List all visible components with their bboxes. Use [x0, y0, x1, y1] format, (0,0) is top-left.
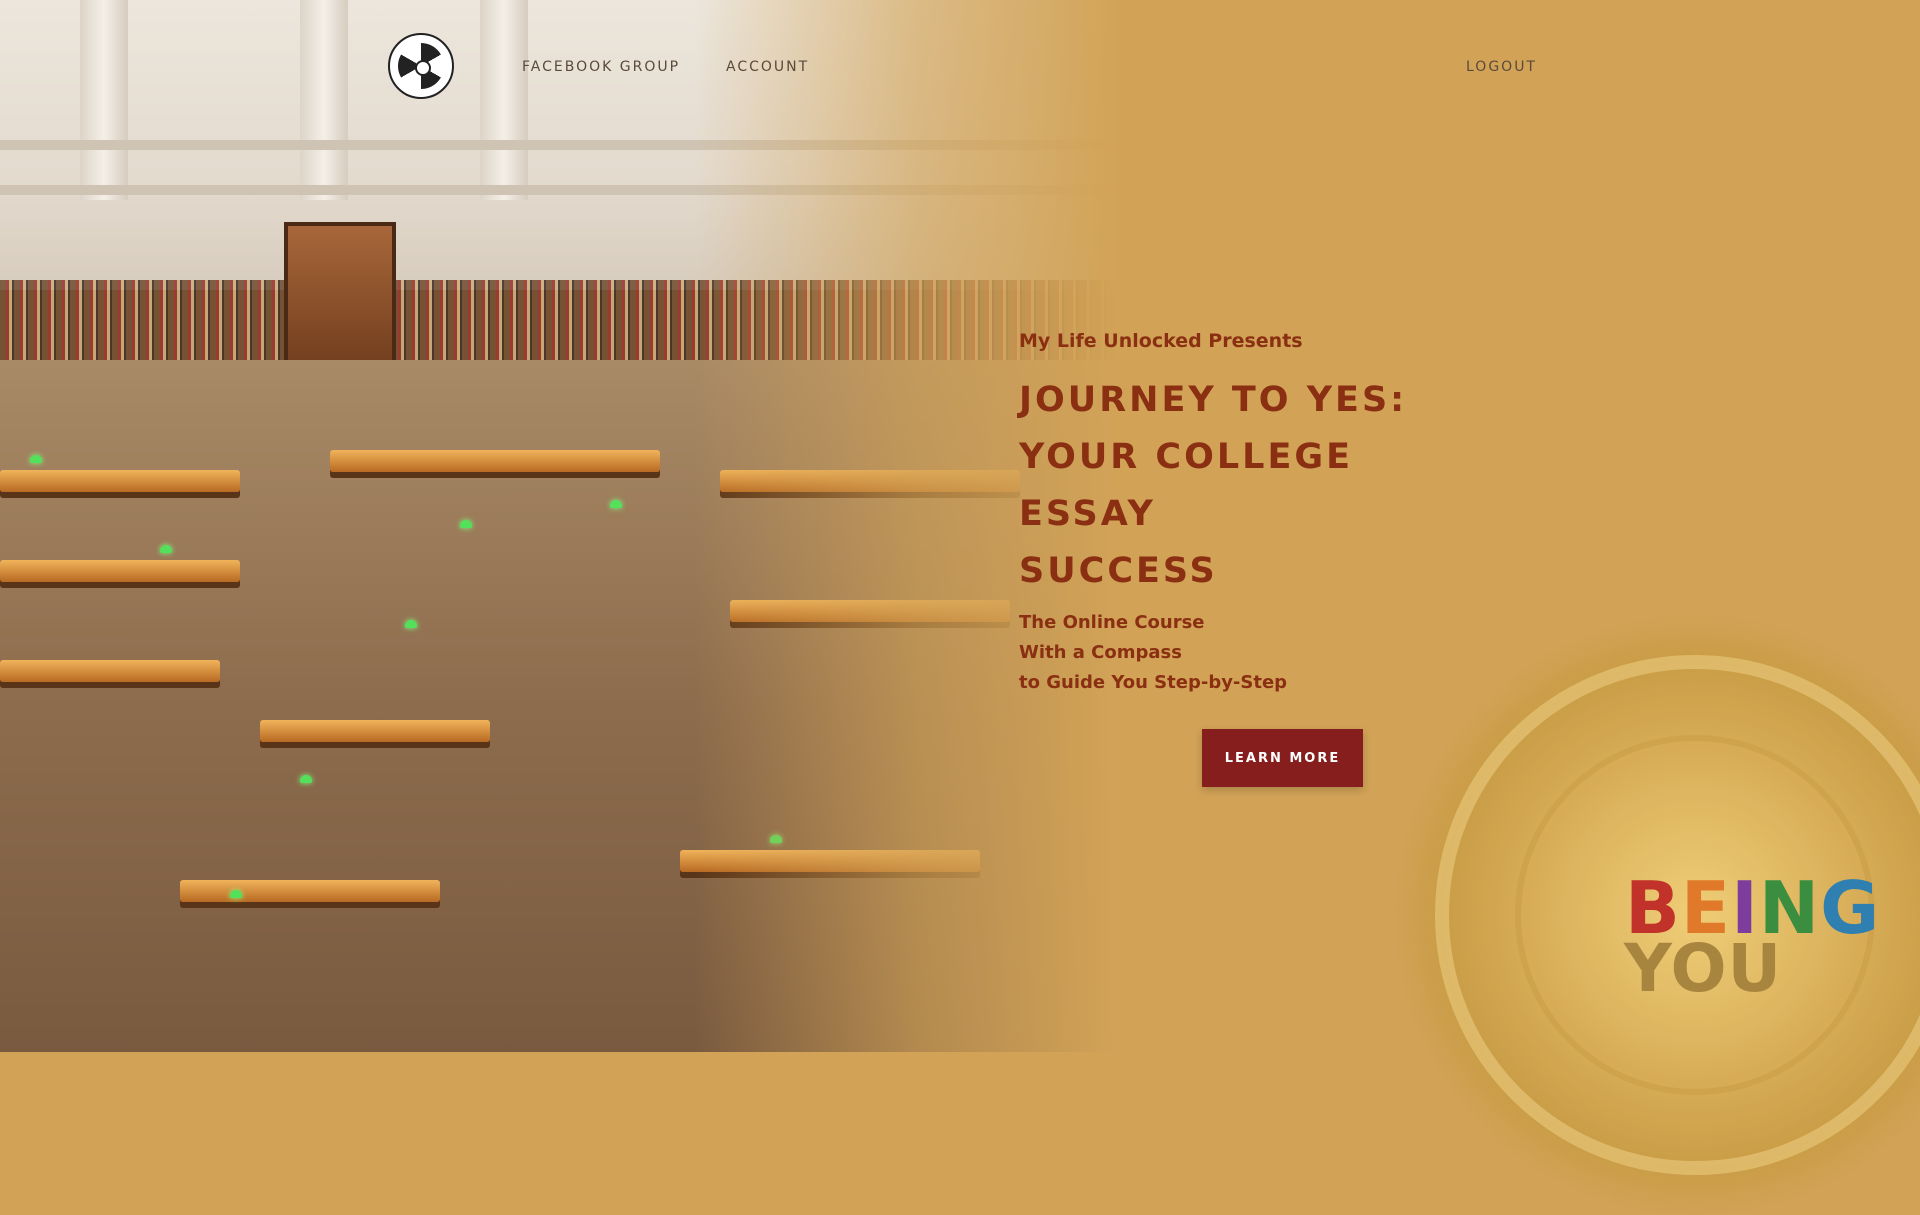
subtitle-line: With a Compass: [1019, 642, 1182, 663]
hero-headline: JOURNEY TO YES: YOUR COLLEGE ESSAY SUCCE…: [1019, 372, 1407, 600]
subtitle-line: to Guide You Step-by-Step: [1019, 672, 1288, 693]
learn-more-button[interactable]: LEARN MORE: [1202, 729, 1363, 787]
headline-line: YOUR COLLEGE: [1019, 437, 1353, 477]
headline-line: ESSAY: [1019, 494, 1156, 534]
headline-line: SUCCESS: [1019, 551, 1218, 591]
nav-account[interactable]: ACCOUNT: [726, 59, 809, 75]
brand-letter: G: [1820, 866, 1881, 950]
nav-logout[interactable]: LOGOUT: [1466, 59, 1537, 75]
hero-subtitle: The Online Course With a Compass to Guid…: [1019, 608, 1287, 698]
headline-line: JOURNEY TO YES:: [1019, 380, 1408, 420]
subtitle-line: The Online Course: [1019, 612, 1205, 633]
gradient-fade-overlay: [0, 0, 1120, 1052]
swirl-center: [415, 60, 431, 76]
being-you-logo-word-you: YOU: [1624, 930, 1783, 1007]
presenter-line: My Life Unlocked Presents: [1019, 330, 1303, 352]
site-logo[interactable]: [388, 33, 454, 99]
nav-facebook-group[interactable]: FACEBOOK GROUP: [522, 59, 680, 75]
hero-background-photo: [0, 0, 1120, 1052]
